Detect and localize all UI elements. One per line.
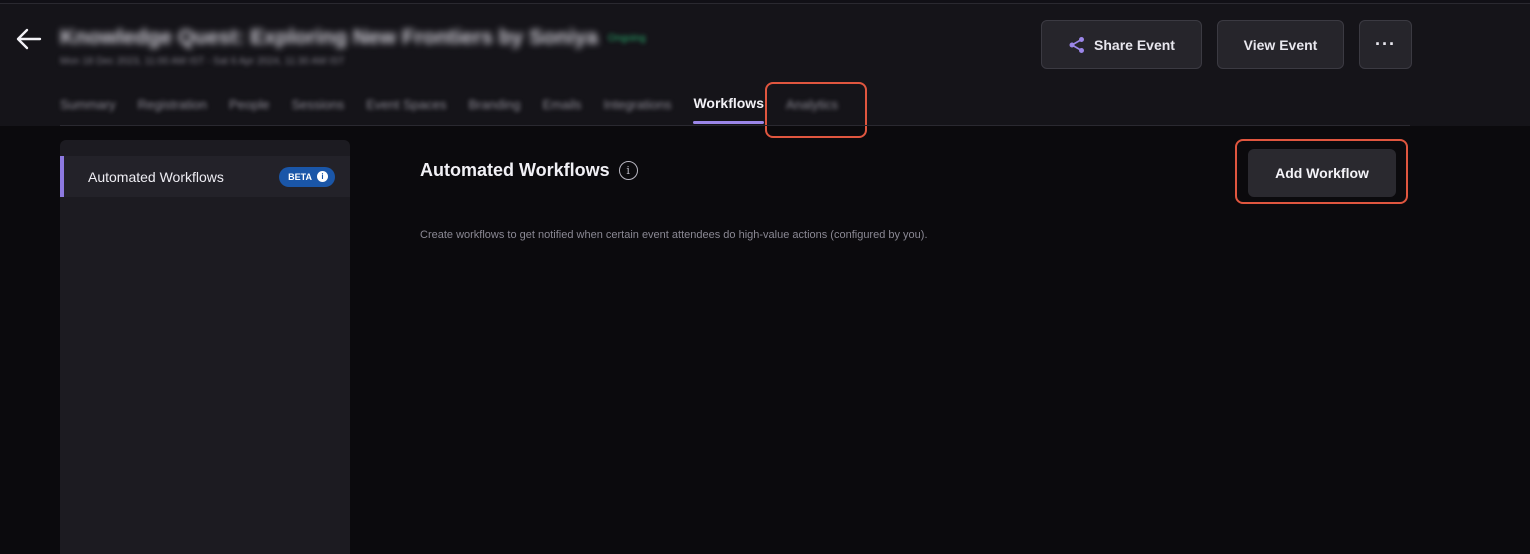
back-button[interactable] (12, 22, 46, 56)
tab-analytics[interactable]: Analytics (786, 94, 838, 112)
info-icon[interactable]: i (618, 161, 638, 180)
share-event-label: Share Event (1094, 36, 1175, 53)
event-tabs: Summary Registration People Sessions Eve… (60, 94, 860, 126)
tab-emails[interactable]: Emails (543, 94, 582, 112)
more-dots-icon: ··· (1375, 34, 1396, 54)
tab-integrations[interactable]: Integrations (604, 94, 672, 112)
tab-people[interactable]: People (229, 94, 269, 112)
tab-workflows[interactable]: Workflows (693, 94, 764, 124)
beta-badge: BETA i (279, 166, 335, 187)
share-icon (1069, 36, 1085, 53)
event-header: Knowledge Quest: Exploring New Frontiers… (0, 4, 1530, 126)
arrow-left-icon (16, 28, 42, 50)
view-event-label: View Event (1243, 36, 1318, 53)
workflows-sidebar: Automated Workflows BETA i (60, 140, 350, 554)
view-event-button[interactable]: View Event (1217, 20, 1344, 69)
status-badge: Ongoing (607, 32, 646, 44)
tab-registration[interactable]: Registration (138, 94, 207, 112)
tab-sessions[interactable]: Sessions (291, 94, 344, 112)
more-options-button[interactable]: ··· (1359, 20, 1412, 69)
event-title: Knowledge Quest: Exploring New Frontiers… (60, 26, 598, 49)
active-tab-indicator (693, 121, 764, 124)
tab-event-spaces[interactable]: Event Spaces (366, 94, 446, 112)
header-divider (60, 125, 1410, 126)
sidebar-item-label: Automated Workflows (88, 168, 224, 185)
tab-summary[interactable]: Summary (60, 94, 116, 112)
share-event-button[interactable]: Share Event (1041, 20, 1202, 69)
page-title: Automated Workflows (420, 160, 610, 180)
page-description: Create workflows to get notified when ce… (420, 229, 928, 241)
tab-branding[interactable]: Branding (468, 94, 520, 112)
event-dates: Mon 18 Dec 2023, 11:00 AM IST - Sat 6 Ap… (60, 56, 345, 67)
sidebar-item-automated-workflows[interactable]: Automated Workflows BETA i (60, 156, 350, 197)
beta-badge-label: BETA (288, 171, 312, 182)
beta-info-icon: i (317, 171, 328, 182)
add-workflow-button[interactable]: Add Workflow (1248, 149, 1396, 197)
tab-workflows-label: Workflows (693, 95, 764, 111)
add-workflow-label: Add Workflow (1275, 165, 1369, 181)
